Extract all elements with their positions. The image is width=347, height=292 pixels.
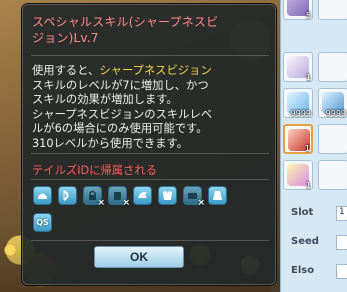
inventory-slot[interactable] <box>318 0 347 20</box>
inventory-slot[interactable]: 1 <box>283 160 313 190</box>
bow-icon <box>58 186 77 205</box>
lock-icon: × <box>83 186 105 208</box>
crossed-item-icon: × <box>183 186 205 208</box>
slot-field[interactable]: 1 <box>336 206 347 221</box>
item-tooltip: スペシャルスキル(シャープネスビジョン)Lv.7 使用すると、シャープネスビジョ… <box>22 4 276 285</box>
inventory-slot[interactable]: 1 <box>283 52 313 82</box>
item-count: 9999 <box>290 109 311 118</box>
item-count: 5 <box>305 11 311 20</box>
wing-icon <box>133 186 152 205</box>
desc-highlight: シャープネスビジョン <box>99 64 212 77</box>
divider <box>31 179 269 180</box>
inventory-slot[interactable] <box>318 160 347 190</box>
item-count: 9999 <box>325 109 346 118</box>
ok-button[interactable]: OK <box>94 246 184 268</box>
divider <box>31 55 269 56</box>
equip-restriction-row: × × × <box>33 186 269 208</box>
helmet-icon <box>33 186 52 205</box>
seed-field[interactable] <box>336 235 347 250</box>
inventory-slot[interactable] <box>318 124 347 154</box>
tooltip-description: 使用すると、シャープネスビジョン スキルのレベルが7に増加し、かつ スキルの効果… <box>32 64 268 151</box>
item-count: 1 <box>305 73 311 82</box>
desc-text: スキルの効果が増加します。 <box>32 93 178 106</box>
item-count: 1 <box>305 181 311 190</box>
desc-text: 使用すると、 <box>32 64 100 77</box>
slot-label: Slot <box>291 207 314 218</box>
divider <box>31 153 269 154</box>
inventory-slot[interactable]: 5 <box>283 0 313 20</box>
quickslot-icon: QS <box>33 213 52 232</box>
seed-label: Seed <box>291 236 319 247</box>
armor-icon <box>158 186 177 205</box>
cape-icon <box>208 186 227 205</box>
x-mark: × <box>122 198 130 208</box>
x-mark: × <box>97 198 105 208</box>
elso-label: Elso <box>291 265 315 276</box>
inventory-slot[interactable] <box>318 52 347 82</box>
x-mark: × <box>197 198 205 208</box>
bind-warning: テイルズIDに帰属される <box>32 164 158 177</box>
tooltip-title: スペシャルスキル(シャープネスビジョン)Lv.7 <box>32 15 219 45</box>
locked-box-icon: × <box>108 186 130 208</box>
inventory-slot[interactable]: 9999 <box>283 88 313 118</box>
divider <box>31 240 269 241</box>
inventory-slot-selected[interactable]: 1 <box>283 124 313 154</box>
desc-text: シャープネスビジョンのスキルレベ <box>32 107 213 121</box>
desc-text: スキルのレベルが7に増加し、かつ <box>32 78 209 92</box>
item-count: 1 <box>304 144 310 153</box>
elso-field[interactable] <box>336 264 347 279</box>
desc-text: 310レベルから使用できます。 <box>32 136 188 150</box>
desc-text: ルが6の場合にのみ使用可能です。 <box>32 122 208 135</box>
inventory-slot[interactable]: 9999 <box>318 88 347 118</box>
